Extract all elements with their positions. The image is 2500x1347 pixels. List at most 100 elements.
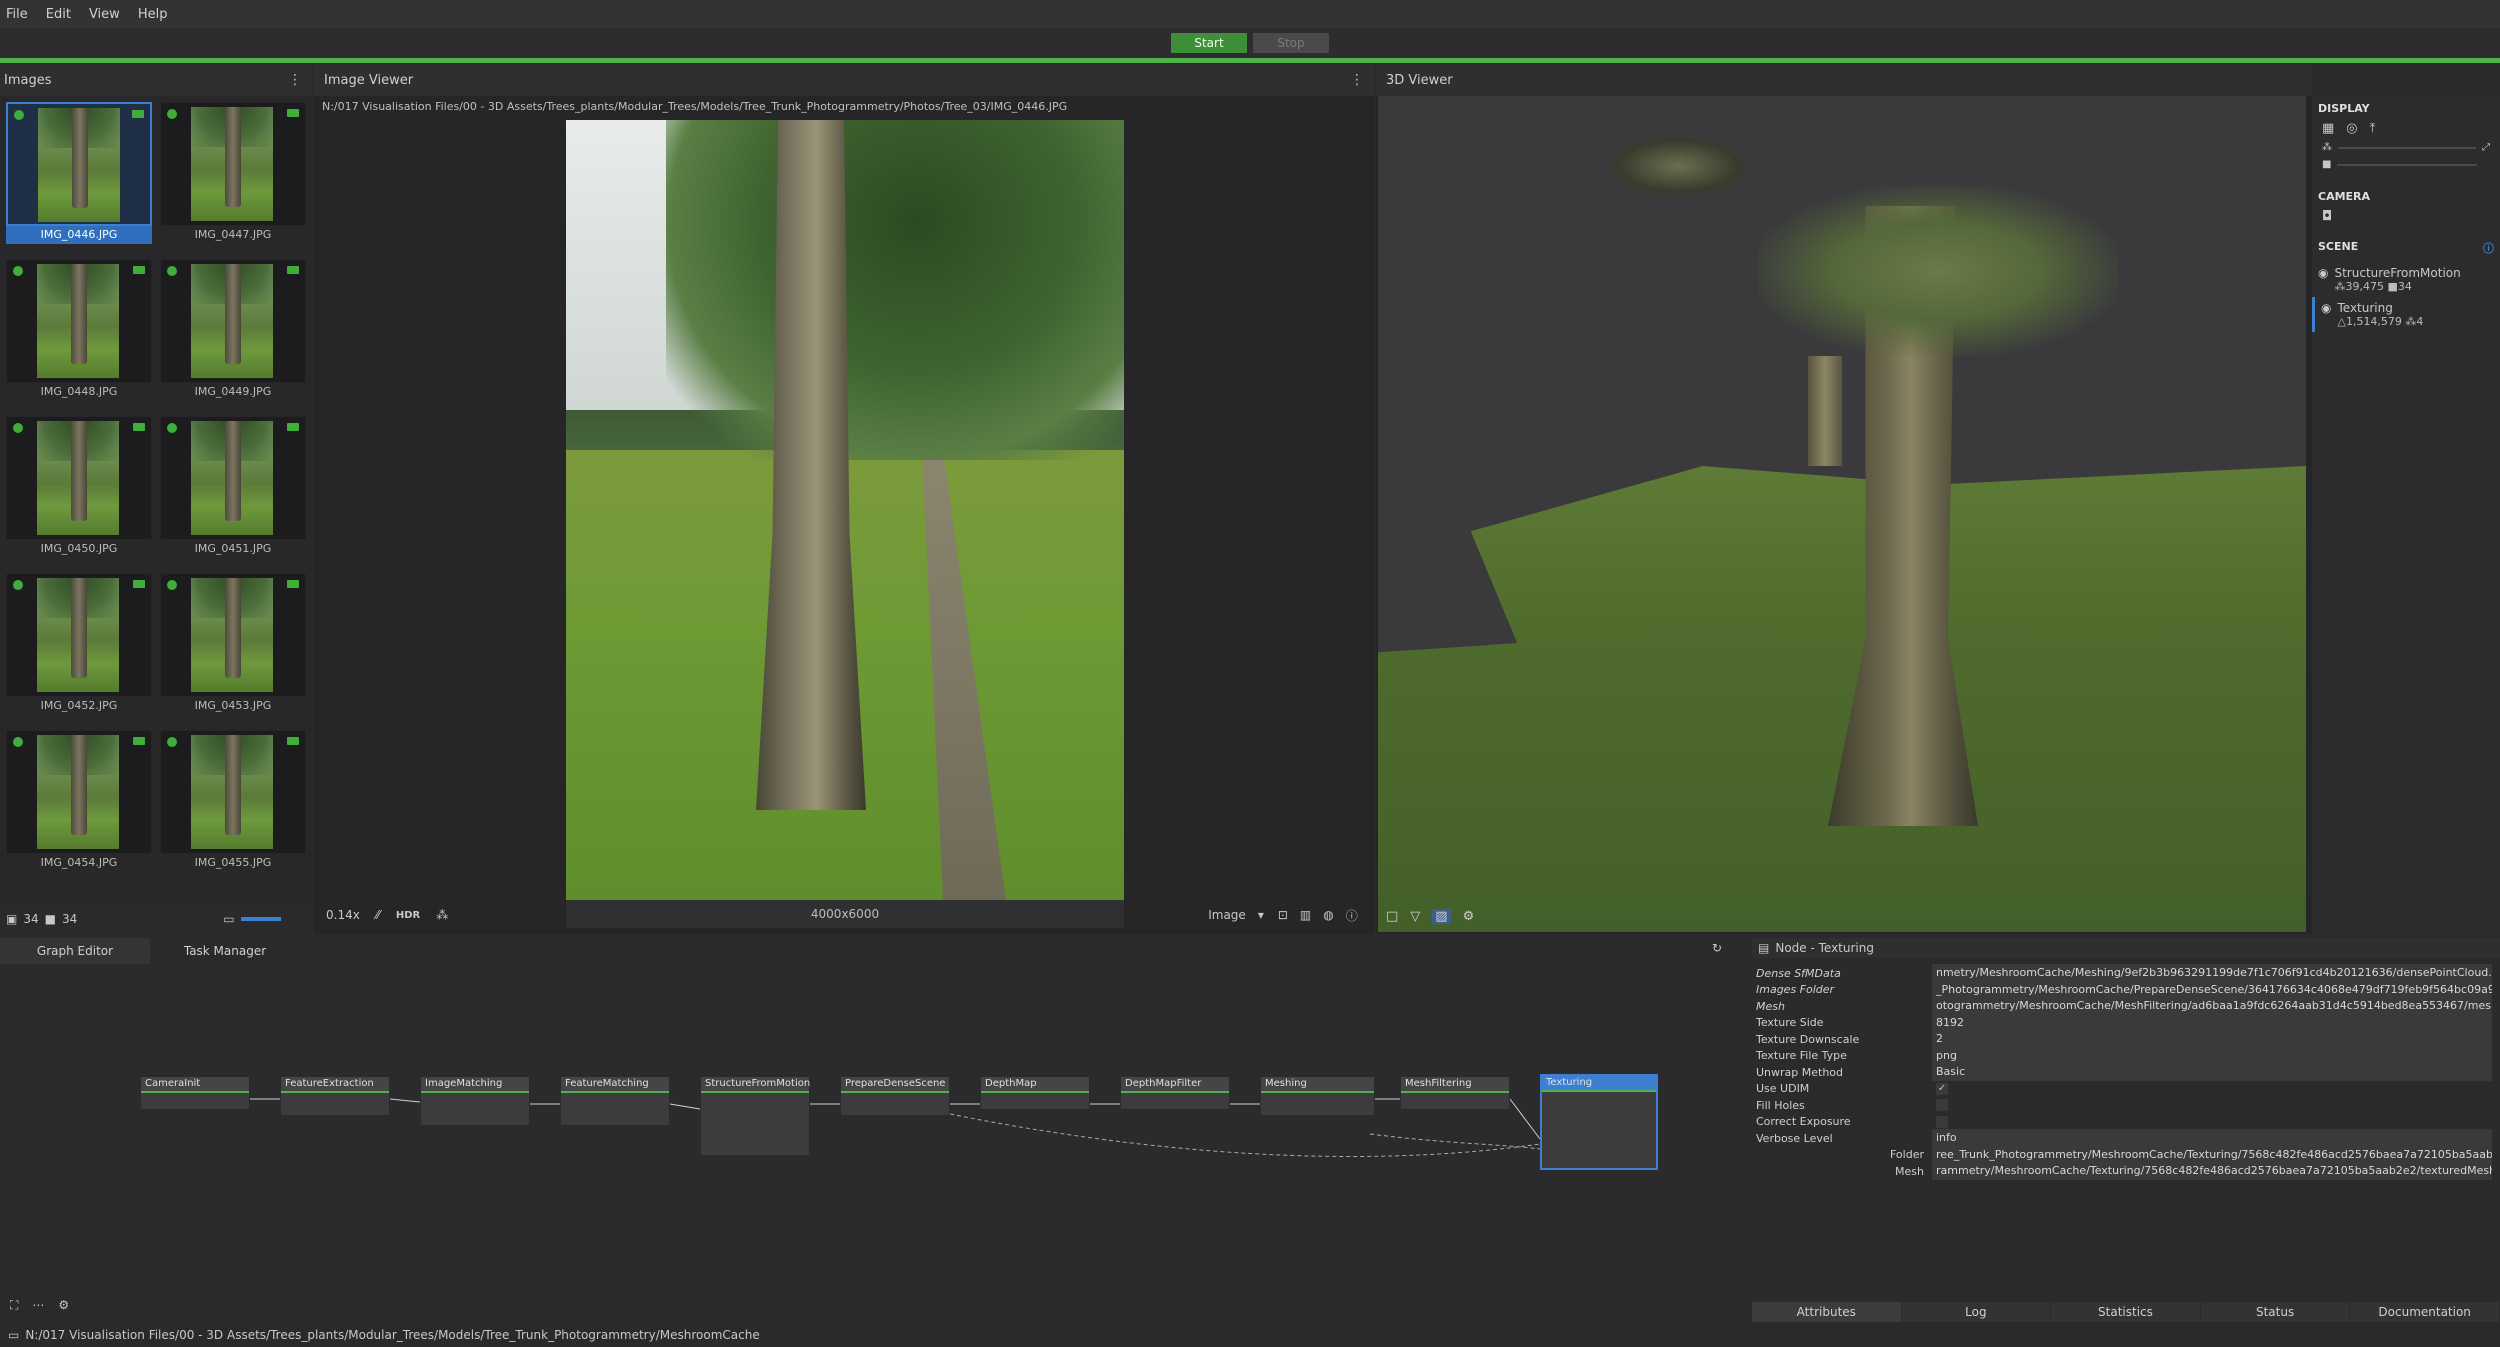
image-thumbnail[interactable]: IMG_0447.JPG <box>160 102 306 252</box>
scene-title: SCENE <box>2318 240 2359 253</box>
hdr-toggle[interactable]: HDR <box>396 910 420 921</box>
thumbnail-label: IMG_0451.JPG <box>194 542 272 555</box>
image-thumbnail[interactable]: IMG_0451.JPG <box>160 416 306 566</box>
gizmo-icon[interactable]: ⤒ <box>2370 121 2376 136</box>
visibility-icon[interactable]: ◉ <box>2321 301 2331 315</box>
thumbnail-label: IMG_0449.JPG <box>194 385 272 398</box>
camera-scale-icon: ■ <box>2322 159 2332 170</box>
image-thumbnail[interactable]: IMG_0448.JPG <box>6 259 152 409</box>
thumbnail-frame <box>160 416 306 540</box>
fit-view-icon[interactable]: ⛶ <box>10 1298 18 1313</box>
graph-node-imagematching[interactable]: ImageMatching <box>420 1076 530 1126</box>
scene-item-sfm[interactable]: ◉ StructureFromMotion ⁂39,475 ■34 <box>2312 262 2500 297</box>
graph-node-depthmapfilter[interactable]: DepthMapFilter <box>1120 1076 1230 1110</box>
thumbnail-trunk <box>72 108 88 208</box>
graph-node-texturing[interactable]: Texturing <box>1540 1074 1658 1170</box>
image-mode-select[interactable]: Image <box>1208 908 1246 922</box>
camera-icon <box>132 110 144 118</box>
image-viewer-footer: 0.14x ⁄⁄ HDR ⁂ Image ▾ ⊡ ▥ ◍ ⓘ <box>314 900 1374 930</box>
visibility-icon[interactable]: ◉ <box>2318 266 2328 280</box>
image-count-icon: ▣ <box>6 912 18 926</box>
bounding-box-icon[interactable]: □ <box>1386 909 1398 924</box>
target-icon[interactable]: ◎ <box>2346 121 2357 136</box>
menu-file[interactable]: File <box>6 7 28 22</box>
more-icon[interactable]: ⋯ <box>32 1298 44 1312</box>
settings-icon[interactable]: ⚙ <box>1463 909 1475 924</box>
attribute-checkbox[interactable] <box>1936 1115 1948 1128</box>
wireframe-icon[interactable]: ⁄⁄ <box>376 908 380 922</box>
texture-icon[interactable]: ▨ <box>1432 908 1451 924</box>
tab-graph-editor[interactable]: Graph Editor <box>0 938 150 964</box>
check-icon <box>14 110 24 120</box>
tab-statistics[interactable]: Statistics <box>2051 1302 2201 1322</box>
thumbnail-trunk <box>225 107 241 207</box>
menu-help[interactable]: Help <box>138 7 168 22</box>
tab-attributes[interactable]: Attributes <box>1752 1302 1902 1322</box>
thumbnail-trunk <box>71 421 87 521</box>
graph-node-preparedensescene[interactable]: PrepareDenseScene <box>840 1076 950 1116</box>
info-icon[interactable]: ⓘ <box>1346 907 1358 924</box>
expand-icon[interactable]: ⤢ <box>2482 142 2490 153</box>
histogram-icon[interactable]: ▥ <box>1300 908 1311 922</box>
camera-icon <box>133 266 145 274</box>
scene-item-stats: ⁂39,475 ■34 <box>2334 280 2412 293</box>
node-attributes-panel: ↻ ▤ Node - Texturing Dense SfMData nmetry… <box>1712 938 2500 1320</box>
grid-icon[interactable]: ▦ <box>2322 121 2334 136</box>
camera-icon <box>133 580 145 588</box>
thumbnail-frame <box>160 102 306 226</box>
refresh-icon[interactable]: ↻ <box>1712 941 1722 955</box>
camera-icon[interactable]: ◘ <box>2312 209 2500 224</box>
image-thumbnail[interactable]: IMG_0453.JPG <box>160 573 306 723</box>
camera-scale-slider[interactable] <box>2337 163 2478 166</box>
tab-documentation[interactable]: Documentation <box>2350 1302 2500 1322</box>
graph-node-featurematching[interactable]: FeatureMatching <box>560 1076 670 1126</box>
graph-node-featureextraction[interactable]: FeatureExtraction <box>280 1076 390 1116</box>
graph-node-camerainit[interactable]: CameraInit <box>140 1076 250 1110</box>
image-thumbnail[interactable]: IMG_0449.JPG <box>160 259 306 409</box>
scene-info-icon[interactable]: ⓘ <box>2483 240 2494 256</box>
check-icon <box>167 423 177 433</box>
image-viewer-menu-icon[interactable]: ⋮ <box>1350 72 1364 88</box>
stop-button[interactable]: Stop <box>1253 33 1329 53</box>
camera-icon <box>287 737 299 745</box>
graph-node-depthmap[interactable]: DepthMap <box>980 1076 1090 1110</box>
point-size-slider[interactable] <box>2338 146 2476 149</box>
graph-edge <box>1509 1098 1541 1140</box>
scene-item-texturing[interactable]: ◉ Texturing △1,514,579 ⁂4 <box>2312 297 2500 332</box>
images-menu-icon[interactable]: ⋮ <box>288 72 302 88</box>
features-icon[interactable]: ⁂ <box>436 908 448 922</box>
attribute-checkbox[interactable] <box>1936 1099 1948 1111</box>
chevron-down-icon[interactable]: ▾ <box>1258 908 1264 922</box>
start-button[interactable]: Start <box>1171 33 1247 53</box>
thumbnail-label: IMG_0446.JPG <box>6 226 152 244</box>
check-icon <box>167 737 177 747</box>
filter-icon[interactable]: ▽ <box>1410 909 1420 924</box>
tab-task-manager[interactable]: Task Manager <box>150 938 300 964</box>
graph-node-meshfiltering[interactable]: MeshFiltering <box>1400 1076 1510 1110</box>
thumbnail-trunk <box>225 735 241 835</box>
image-thumbnail[interactable]: IMG_0454.JPG <box>6 730 152 880</box>
fit-icon[interactable]: ⊡ <box>1278 908 1288 922</box>
graph-canvas[interactable]: CameraInit FeatureExtraction ImageMatchi… <box>0 964 1750 1290</box>
tab-status[interactable]: Status <box>2200 1302 2351 1322</box>
gear-icon[interactable]: ⚙ <box>58 1298 69 1312</box>
menu-edit[interactable]: Edit <box>46 7 71 22</box>
3d-stump <box>1808 356 1842 466</box>
graph-node-meshing[interactable]: Meshing <box>1260 1076 1375 1116</box>
check-icon <box>13 580 23 590</box>
image-thumbnail[interactable]: IMG_0452.JPG <box>6 573 152 723</box>
image-thumbnail[interactable]: IMG_0446.JPG <box>6 102 152 252</box>
globe-icon[interactable]: ◍ <box>1323 908 1333 922</box>
attribute-value[interactable]: rammetry/MeshroomCache/Texturing/7568c48… <box>1932 1162 2492 1180</box>
thumbnail-size-slider[interactable] <box>240 917 281 921</box>
image-thumbnail[interactable]: IMG_0450.JPG <box>6 416 152 566</box>
tab-log[interactable]: Log <box>1901 1302 2052 1322</box>
3d-scene[interactable] <box>1378 96 2306 932</box>
graph-node-structurefrommotion[interactable]: StructureFromMotion <box>700 1076 810 1156</box>
graph-edge <box>1369 1133 1541 1150</box>
attribute-checkbox[interactable]: ✓ <box>1936 1082 1948 1095</box>
thumbnail-frame <box>6 730 152 854</box>
image-thumbnail[interactable]: IMG_0455.JPG <box>160 730 306 880</box>
photo-image[interactable] <box>566 120 1124 900</box>
menu-view[interactable]: View <box>89 7 120 22</box>
